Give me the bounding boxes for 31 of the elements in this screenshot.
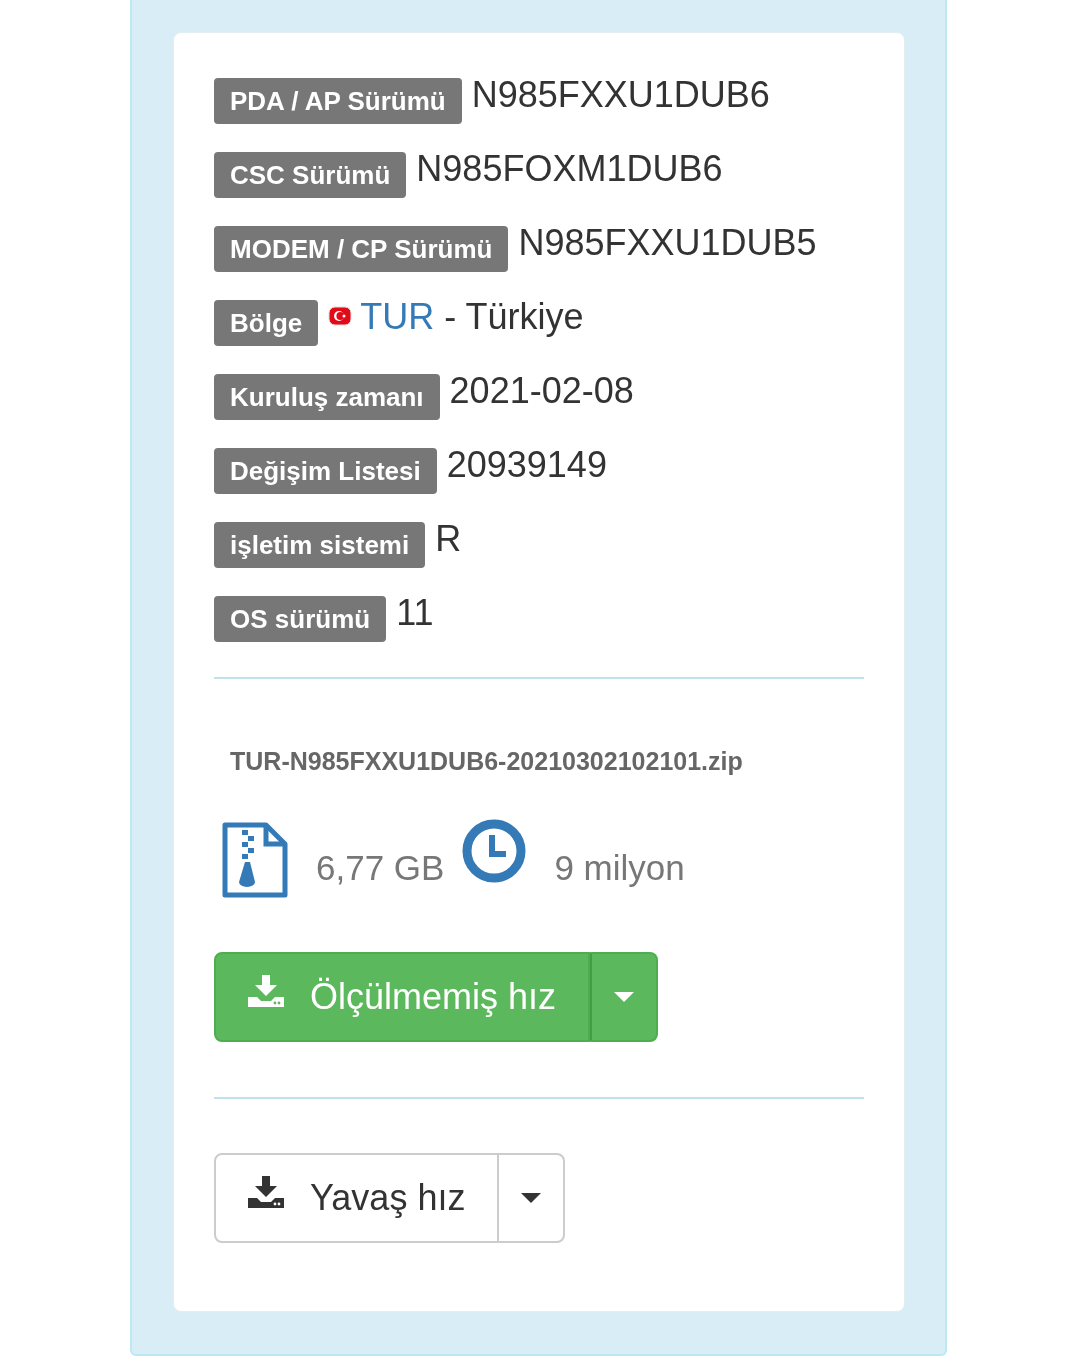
caret-icon bbox=[521, 1193, 542, 1203]
field-value: N985FOXM1DUB6 bbox=[416, 151, 723, 187]
field-label: Bölge bbox=[214, 300, 319, 346]
field-label: CSC Sürümü bbox=[214, 152, 407, 198]
zip-file-icon bbox=[222, 822, 288, 898]
field-value: N985FXXU1DUB6 bbox=[471, 77, 770, 113]
field-value: N985FXXU1DUB5 bbox=[518, 225, 817, 261]
field-label: Değişim Listesi bbox=[214, 448, 437, 494]
download-icon bbox=[248, 1176, 284, 1208]
field-value: R bbox=[435, 521, 462, 557]
caret-icon bbox=[614, 992, 635, 1002]
field-label: PDA / AP Sürümü bbox=[214, 78, 462, 124]
field-label: OS sürümü bbox=[214, 596, 387, 642]
download-icon bbox=[248, 975, 284, 1007]
field-value: 20939149 bbox=[446, 447, 607, 483]
field-value: - Türkiye bbox=[444, 299, 584, 335]
flag-icon bbox=[328, 306, 353, 326]
dropdown-toggle[interactable] bbox=[497, 1153, 566, 1243]
field-label: Kuruluş zamanı bbox=[214, 374, 440, 420]
field-value: 2021-02-08 bbox=[449, 373, 634, 409]
region-link[interactable]: TUR bbox=[360, 299, 435, 335]
clock-icon bbox=[462, 819, 527, 883]
field-value: 11 bbox=[396, 595, 434, 631]
dropdown-toggle[interactable] bbox=[590, 952, 659, 1042]
file-size: 6,77 GB bbox=[316, 848, 445, 888]
download-button[interactable]: Ölçülmemiş hız bbox=[214, 952, 591, 1042]
field-label: MODEM / CP Sürümü bbox=[214, 226, 509, 272]
field-label: işletim sistemi bbox=[214, 522, 426, 568]
download-button[interactable]: Yavaş hız bbox=[214, 1153, 500, 1243]
download-count: 9 milyon bbox=[554, 848, 685, 888]
file-name: TUR-N985FXXU1DUB6-20210302102101.zip bbox=[230, 747, 744, 776]
